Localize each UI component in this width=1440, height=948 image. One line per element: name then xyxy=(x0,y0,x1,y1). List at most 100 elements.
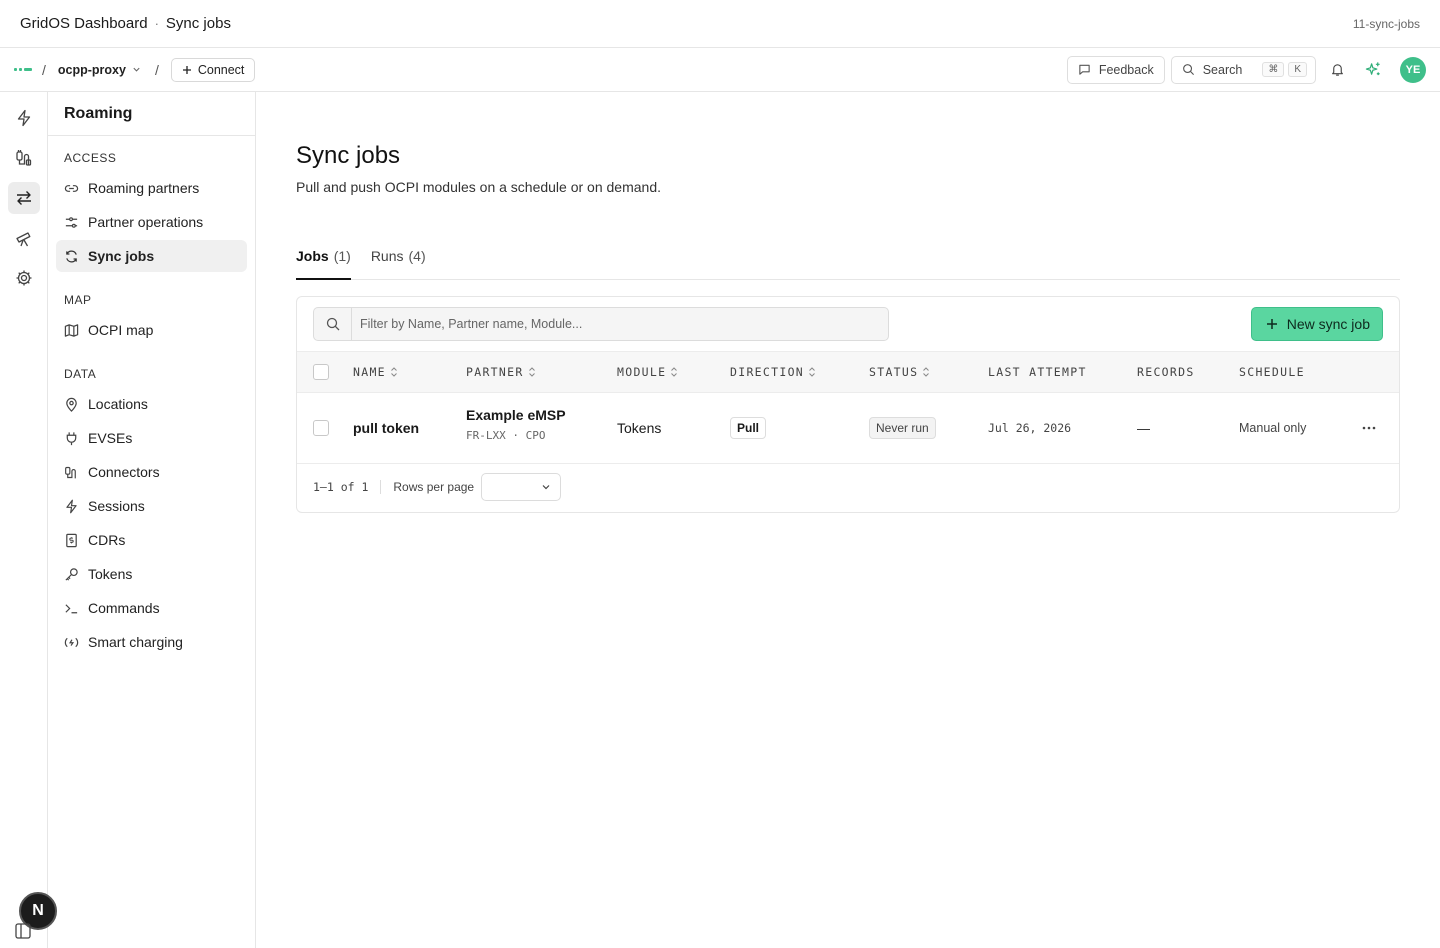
plug-icon xyxy=(66,431,77,445)
sidebar-item-label: Smart charging xyxy=(88,634,183,650)
sort-icon xyxy=(391,367,397,377)
user-avatar[interactable]: YE xyxy=(1400,56,1426,83)
partner-name[interactable]: Example eMSP xyxy=(466,407,566,423)
sort-icon xyxy=(923,367,930,377)
column-header-schedule: SCHEDULE xyxy=(1239,352,1305,392)
column-label: LAST ATTEMPT xyxy=(988,365,1087,379)
column-header-name[interactable]: NAME xyxy=(353,352,398,392)
sidebar-item-cdrs[interactable]: CDRs xyxy=(56,524,247,556)
breadcrumb-slash: / xyxy=(42,61,46,78)
table-row[interactable]: pull token Example eMSP FR-LXX · CPO Tok… xyxy=(297,393,1399,464)
sidebar-item-tokens[interactable]: Tokens xyxy=(56,558,247,590)
title-separator: · xyxy=(154,16,159,31)
column-header-direction[interactable]: DIRECTION xyxy=(730,352,816,392)
filter-input[interactable]: Filter by Name, Partner name, Module... xyxy=(352,308,582,340)
rail-item-chargers[interactable] xyxy=(8,142,40,174)
column-header-last-attempt: LAST ATTEMPT xyxy=(988,352,1087,392)
bolt-icon xyxy=(17,109,31,127)
refresh-icon xyxy=(66,250,77,262)
sidebar-item-label: EVSEs xyxy=(88,430,133,446)
sync-arrows-icon xyxy=(17,191,31,205)
search-button[interactable]: Search ⌘ K xyxy=(1170,55,1316,84)
sidebar-item-label: Connectors xyxy=(88,464,160,480)
sidebar-item-locations[interactable]: Locations xyxy=(56,388,247,420)
sidebar-item-label: Partner operations xyxy=(88,214,204,230)
sliders-icon xyxy=(65,216,78,228)
connect-button[interactable]: Connect xyxy=(170,57,256,82)
sidebar-item-sync-jobs[interactable]: Sync jobs xyxy=(56,240,247,272)
ai-assistant-button[interactable] xyxy=(1358,55,1388,85)
row-actions-button[interactable] xyxy=(1359,419,1379,437)
table-pagination: 1–1 of 1 Rows per page xyxy=(313,473,562,501)
records-cell: — xyxy=(1137,420,1150,436)
last-attempt-cell: Jul 26, 2026 xyxy=(988,421,1072,435)
connector-icon xyxy=(65,466,76,478)
window-tag: 11-sync-jobs xyxy=(1352,16,1420,31)
column-header-partner[interactable]: PARTNER xyxy=(466,352,536,392)
sparkles-icon xyxy=(1365,62,1380,76)
column-label: PARTNER xyxy=(466,365,524,379)
divider xyxy=(380,480,382,494)
table-header: NAME PARTNER MODULE DIRECTION STATUS LAS… xyxy=(297,351,1399,393)
icon-rail xyxy=(0,92,48,948)
column-label: RECORDS xyxy=(1137,365,1195,379)
new-sync-job-button[interactable]: New sync job xyxy=(1250,307,1383,341)
breadcrumb-slash: / xyxy=(154,61,159,78)
column-header-module[interactable]: MODULE xyxy=(617,352,678,392)
rows-per-page-label: Rows per page xyxy=(393,480,475,494)
sidebar-item-roaming-partners[interactable]: Roaming partners xyxy=(56,172,247,204)
tab-label: Runs xyxy=(370,248,404,264)
sort-icon xyxy=(809,367,815,377)
map-pin-icon xyxy=(66,397,77,412)
shortcut-cmd-key: ⌘ xyxy=(1262,62,1285,77)
rail-item-settings[interactable] xyxy=(8,262,40,294)
rows-per-page-select[interactable] xyxy=(481,473,562,501)
rail-item-roaming[interactable] xyxy=(8,182,40,214)
search-shortcut: ⌘ K xyxy=(1262,62,1307,77)
terminal-icon xyxy=(65,603,78,613)
sidebar-item-label: Tokens xyxy=(88,566,133,582)
filter-field[interactable]: Filter by Name, Partner name, Module... xyxy=(313,307,889,341)
tab-count: (1) xyxy=(333,248,351,264)
sidebar-item-commands[interactable]: Commands xyxy=(56,592,247,624)
row-checkbox[interactable] xyxy=(313,420,329,436)
sidebar-item-ocpi-map[interactable]: OCPI map xyxy=(56,314,247,346)
map-icon xyxy=(64,323,79,337)
notifications-button[interactable] xyxy=(1322,55,1352,85)
feedback-label: Feedback xyxy=(1098,62,1154,77)
select-all-checkbox[interactable] xyxy=(313,364,329,380)
sidebar-item-label: OCPI map xyxy=(88,322,154,338)
column-label: NAME xyxy=(353,365,386,379)
project-switcher[interactable]: ocpp-proxy xyxy=(58,63,141,77)
key-icon xyxy=(65,567,78,581)
sidebar-item-sessions[interactable]: Sessions xyxy=(56,490,247,522)
pagination-range: 1–1 of 1 xyxy=(313,480,369,494)
column-header-status[interactable]: STATUS xyxy=(869,352,930,392)
rail-item-explore[interactable] xyxy=(8,222,40,254)
plus-icon xyxy=(1266,319,1277,329)
tab-runs[interactable]: Runs (4) xyxy=(371,248,426,280)
window-page-title: Sync jobs xyxy=(165,15,231,32)
partner-meta: FR-LXX · CPO xyxy=(466,429,546,442)
sidebar-item-partner-operations[interactable]: Partner operations xyxy=(56,206,247,238)
tab-jobs[interactable]: Jobs (1) xyxy=(296,248,351,280)
sidebar-item-evses[interactable]: EVSEs xyxy=(56,422,247,454)
rail-item-energy[interactable] xyxy=(8,102,40,134)
column-label: STATUS xyxy=(869,365,919,379)
sidebar: Roaming ACCESS Roaming partners Partner … xyxy=(48,92,256,948)
column-header-records: RECORDS xyxy=(1137,352,1195,392)
sidebar-item-smart-charging[interactable]: Smart charging xyxy=(56,626,247,658)
jobs-table-card: Filter by Name, Partner name, Module... … xyxy=(296,296,1400,513)
smart-charging-icon xyxy=(64,637,79,647)
new-sync-job-label: New sync job xyxy=(1286,316,1370,332)
sidebar-item-connectors[interactable]: Connectors xyxy=(56,456,247,488)
tab-count: (4) xyxy=(408,248,426,264)
chevron-down-icon xyxy=(133,67,140,72)
feedback-button[interactable]: Feedback xyxy=(1066,55,1165,84)
page-subtitle: Pull and push OCPI modules on a schedule… xyxy=(296,179,662,195)
logo-icon[interactable] xyxy=(14,68,32,71)
message-icon xyxy=(1079,64,1090,75)
job-name[interactable]: pull token xyxy=(353,393,419,463)
panel-toggle[interactable] xyxy=(14,922,32,943)
sidebar-item-label: Commands xyxy=(88,600,160,616)
